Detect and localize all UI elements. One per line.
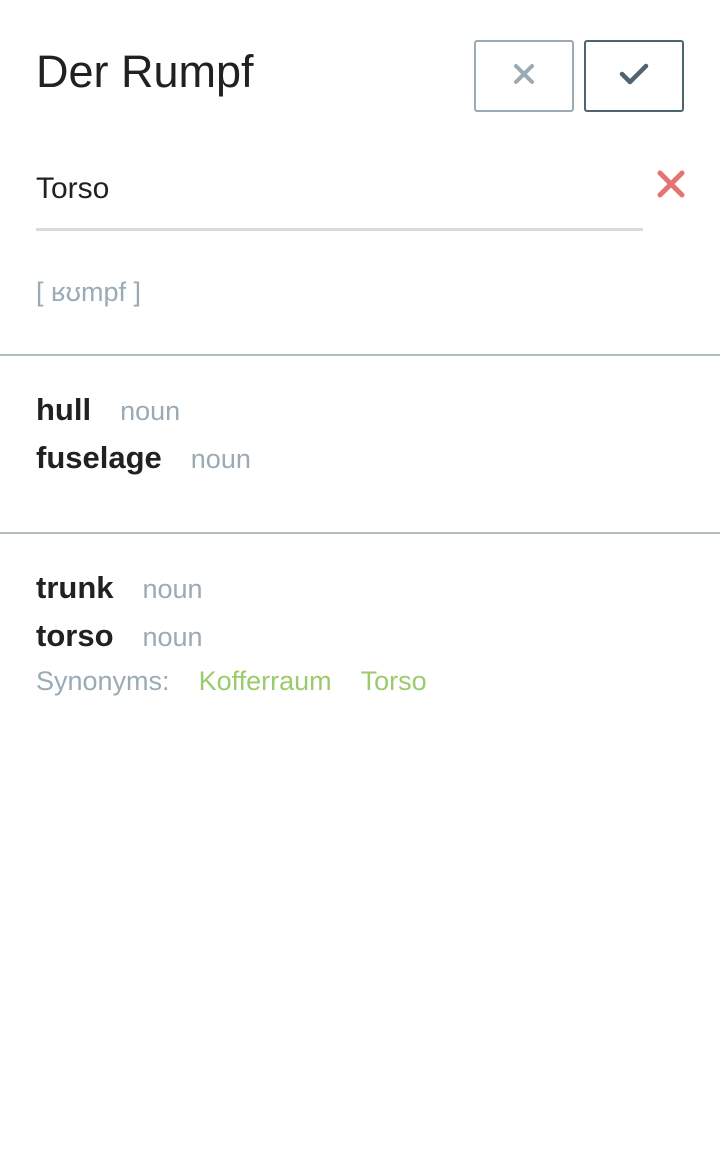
part-of-speech: noun	[142, 622, 203, 652]
synonyms-row: Synonyms: Kofferraum Torso	[36, 666, 686, 714]
meaning-group: trunk noun torso noun Synonyms: Kofferra…	[36, 570, 686, 714]
translation-word: fuselage	[36, 440, 162, 475]
translation-word: trunk	[36, 570, 114, 605]
list-item[interactable]: hull noun	[36, 392, 686, 440]
divider	[0, 354, 720, 356]
list-item[interactable]: fuselage noun	[36, 440, 686, 488]
translation-word: torso	[36, 618, 114, 653]
confirm-button[interactable]	[584, 40, 684, 112]
synonyms-label: Synonyms:	[36, 666, 170, 696]
divider	[0, 532, 720, 534]
synonym-link[interactable]: Torso	[361, 666, 427, 697]
part-of-speech: noun	[142, 574, 203, 604]
page-title: Der Rumpf	[36, 46, 254, 97]
header: Der Rumpf	[0, 0, 720, 140]
clear-x-icon	[657, 170, 685, 203]
meaning-group: hull noun fuselage noun	[36, 392, 686, 488]
clear-button[interactable]	[654, 168, 688, 204]
part-of-speech: noun	[120, 396, 181, 426]
list-item[interactable]: torso noun	[36, 618, 686, 666]
part-of-speech: noun	[190, 444, 251, 474]
close-icon	[513, 63, 535, 90]
cancel-button[interactable]	[474, 40, 574, 112]
checkmark-icon	[619, 62, 649, 91]
phonetic-transcription: [ ʁʊmpf ]	[36, 277, 141, 307]
translation-row	[36, 150, 686, 232]
translation-word: hull	[36, 392, 92, 427]
translation-input[interactable]	[36, 150, 643, 231]
synonym-link[interactable]: Kofferraum	[199, 666, 332, 697]
list-item[interactable]: trunk noun	[36, 570, 686, 618]
